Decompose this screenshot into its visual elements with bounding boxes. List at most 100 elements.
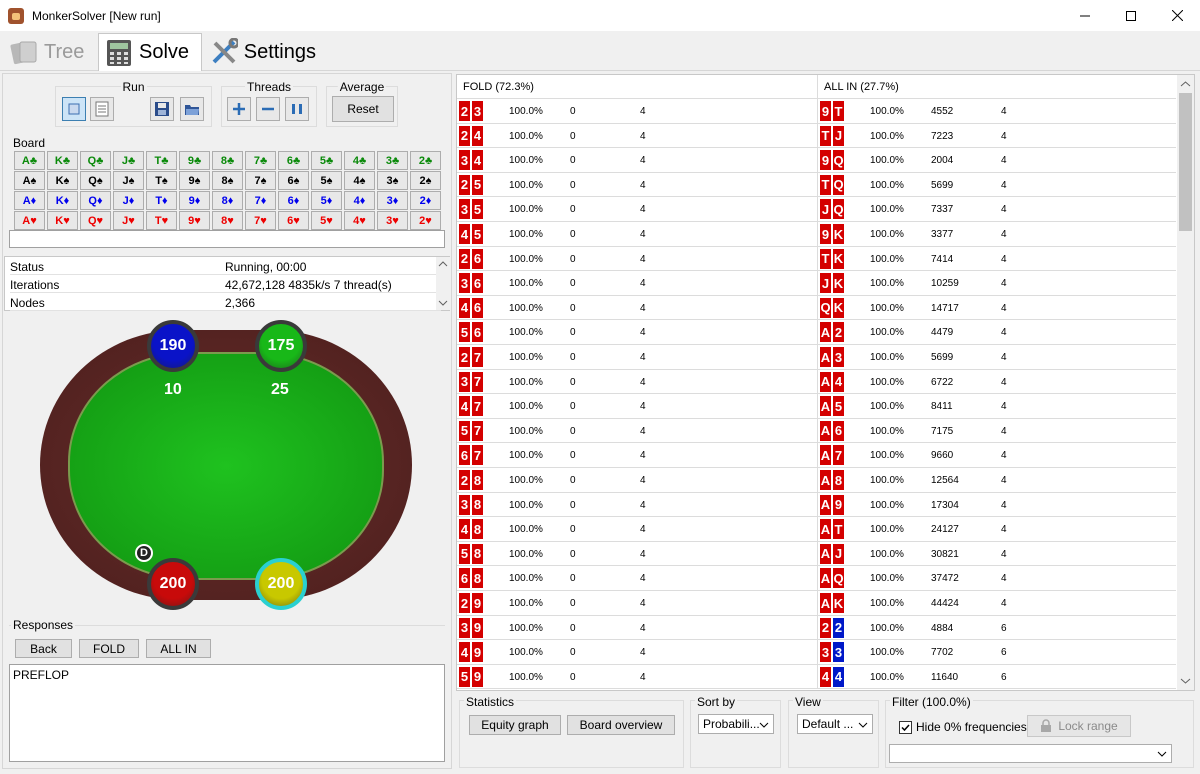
board-card-button[interactable]: 2♥ <box>410 211 441 230</box>
hand-row[interactable]: 9 T 100.0% 4552 4 <box>817 99 1176 124</box>
hand-row[interactable]: 2 3 100.0% 0 4 <box>457 99 817 124</box>
hand-row[interactable]: 4 8 100.0% 0 4 <box>457 517 817 542</box>
hand-row[interactable]: 4 7 100.0% 0 4 <box>457 394 817 419</box>
stats-scrollbar[interactable] <box>436 257 450 310</box>
remove-thread-button[interactable] <box>256 97 280 121</box>
board-card-button[interactable]: K♠ <box>47 171 78 190</box>
hand-row[interactable]: T Q 100.0% 5699 4 <box>817 172 1176 198</box>
action-history[interactable]: PREFLOP <box>9 664 445 762</box>
board-card-button[interactable]: K♥ <box>47 211 78 230</box>
hand-row[interactable]: 5 8 100.0% 0 4 <box>457 542 817 567</box>
board-card-button[interactable]: 3♦ <box>377 191 408 210</box>
hide-zero-checkbox[interactable] <box>899 721 912 734</box>
board-card-button[interactable]: 2♣ <box>410 151 441 170</box>
board-card-button[interactable]: A♠ <box>14 171 45 190</box>
hand-row[interactable]: 4 6 100.0% 0 4 <box>457 296 817 321</box>
board-card-button[interactable]: 3♣ <box>377 151 408 170</box>
hand-row[interactable]: 3 7 100.0% 0 4 <box>457 370 817 395</box>
maximize-button[interactable] <box>1108 0 1154 31</box>
board-card-button[interactable]: 9♠ <box>179 171 210 190</box>
hand-row[interactable]: A Q 100.0% 37472 4 <box>817 566 1176 591</box>
hand-row[interactable]: 9 Q 100.0% 2004 4 <box>817 148 1176 173</box>
hand-row[interactable]: T J 100.0% 7223 4 <box>817 123 1176 149</box>
hand-row[interactable]: A 6 100.0% 7175 4 <box>817 418 1176 444</box>
player-stack-chip[interactable]: 190 <box>147 320 199 372</box>
board-card-button[interactable]: T♣ <box>146 151 177 170</box>
hand-row[interactable]: 4 4 100.0% 11640 6 <box>817 664 1176 690</box>
board-card-button[interactable]: J♣ <box>113 151 144 170</box>
board-card-button[interactable]: J♥ <box>113 211 144 230</box>
reset-button[interactable]: Reset <box>332 96 394 122</box>
hand-row[interactable]: 5 7 100.0% 0 4 <box>457 419 817 444</box>
board-card-button[interactable]: 7♦ <box>245 191 276 210</box>
sort-by-select[interactable]: Probabili... <box>698 714 774 734</box>
hand-row[interactable]: A 7 100.0% 9660 4 <box>817 443 1176 468</box>
allin-column-header[interactable]: ALL IN (27.7%) <box>817 75 1176 99</box>
hands-scrollbar[interactable] <box>1177 75 1194 690</box>
hand-row[interactable]: 2 9 100.0% 0 4 <box>457 591 817 616</box>
hand-row[interactable]: 2 5 100.0% 0 4 <box>457 173 817 198</box>
player-stack-chip[interactable]: 200 <box>255 558 307 610</box>
board-card-button[interactable]: 5♥ <box>311 211 342 230</box>
equity-graph-button[interactable]: Equity graph <box>469 715 561 735</box>
hand-row[interactable]: 2 6 100.0% 0 4 <box>457 247 817 272</box>
board-card-button[interactable]: K♣ <box>47 151 78 170</box>
player-stack-chip[interactable]: 200 <box>147 558 199 610</box>
hand-row[interactable]: 6 8 100.0% 0 4 <box>457 566 817 591</box>
fold-response-button[interactable]: FOLD <box>79 639 139 658</box>
board-card-button[interactable]: 7♣ <box>245 151 276 170</box>
board-card-button[interactable]: 3♥ <box>377 211 408 230</box>
hand-row[interactable]: 3 9 100.0% 0 4 <box>457 616 817 641</box>
hand-row[interactable]: 6 7 100.0% 0 4 <box>457 443 817 468</box>
run-button[interactable] <box>62 97 86 121</box>
hand-row[interactable]: 5 9 100.0% 0 4 <box>457 665 817 690</box>
close-button[interactable] <box>1154 0 1200 31</box>
hand-row[interactable]: 4 5 100.0% 0 4 <box>457 222 817 247</box>
board-card-button[interactable]: 4♣ <box>344 151 375 170</box>
hand-row[interactable]: 2 8 100.0% 0 4 <box>457 468 817 493</box>
hand-row[interactable]: 3 4 100.0% 0 4 <box>457 148 817 173</box>
back-button[interactable]: Back <box>15 639 72 658</box>
board-card-button[interactable]: 7♥ <box>245 211 276 230</box>
hand-row[interactable]: A 2 100.0% 4479 4 <box>817 320 1176 345</box>
board-card-button[interactable]: 6♠ <box>278 171 309 190</box>
hand-row[interactable]: A 5 100.0% 8411 4 <box>817 394 1176 419</box>
board-card-button[interactable]: Q♥ <box>80 211 111 230</box>
player-stack-chip[interactable]: 175 <box>255 320 307 372</box>
pause-button[interactable] <box>285 97 309 121</box>
hand-row[interactable]: A J 100.0% 30821 4 <box>817 541 1176 567</box>
board-card-button[interactable]: Q♣ <box>80 151 111 170</box>
hand-row[interactable]: A T 100.0% 24127 4 <box>817 517 1176 542</box>
board-card-button[interactable]: T♠ <box>146 171 177 190</box>
board-card-button[interactable]: J♠ <box>113 171 144 190</box>
board-card-button[interactable]: 2♠ <box>410 171 441 190</box>
board-card-button[interactable]: 5♣ <box>311 151 342 170</box>
board-card-button[interactable]: Q♦ <box>80 191 111 210</box>
tab-settings[interactable]: Settings <box>204 33 322 71</box>
board-card-button[interactable]: 9♦ <box>179 191 210 210</box>
hand-row[interactable]: A 8 100.0% 12564 4 <box>817 468 1176 493</box>
board-card-button[interactable]: 3♠ <box>377 171 408 190</box>
filter-input[interactable] <box>889 744 1172 763</box>
log-button[interactable] <box>90 97 114 121</box>
board-card-button[interactable]: A♣ <box>14 151 45 170</box>
board-card-button[interactable]: 5♦ <box>311 191 342 210</box>
hand-row[interactable]: A 4 100.0% 6722 4 <box>817 369 1176 395</box>
board-card-button[interactable]: 8♦ <box>212 191 243 210</box>
add-thread-button[interactable] <box>227 97 251 121</box>
hand-row[interactable]: 9 K 100.0% 3377 4 <box>817 222 1176 247</box>
board-card-button[interactable]: 7♠ <box>245 171 276 190</box>
board-card-button[interactable]: K♦ <box>47 191 78 210</box>
board-card-button[interactable]: 4♦ <box>344 191 375 210</box>
tab-solve[interactable]: Solve <box>98 33 202 71</box>
board-card-button[interactable]: T♦ <box>146 191 177 210</box>
board-card-button[interactable]: T♥ <box>146 211 177 230</box>
board-card-button[interactable]: A♦ <box>14 191 45 210</box>
board-card-button[interactable]: 8♣ <box>212 151 243 170</box>
lock-range-button[interactable]: Lock range <box>1027 715 1131 737</box>
board-card-button[interactable]: 2♦ <box>410 191 441 210</box>
hand-row[interactable]: 2 4 100.0% 0 4 <box>457 124 817 149</box>
board-card-button[interactable]: J♦ <box>113 191 144 210</box>
hand-row[interactable]: 3 8 100.0% 0 4 <box>457 493 817 518</box>
open-button[interactable] <box>180 97 204 121</box>
